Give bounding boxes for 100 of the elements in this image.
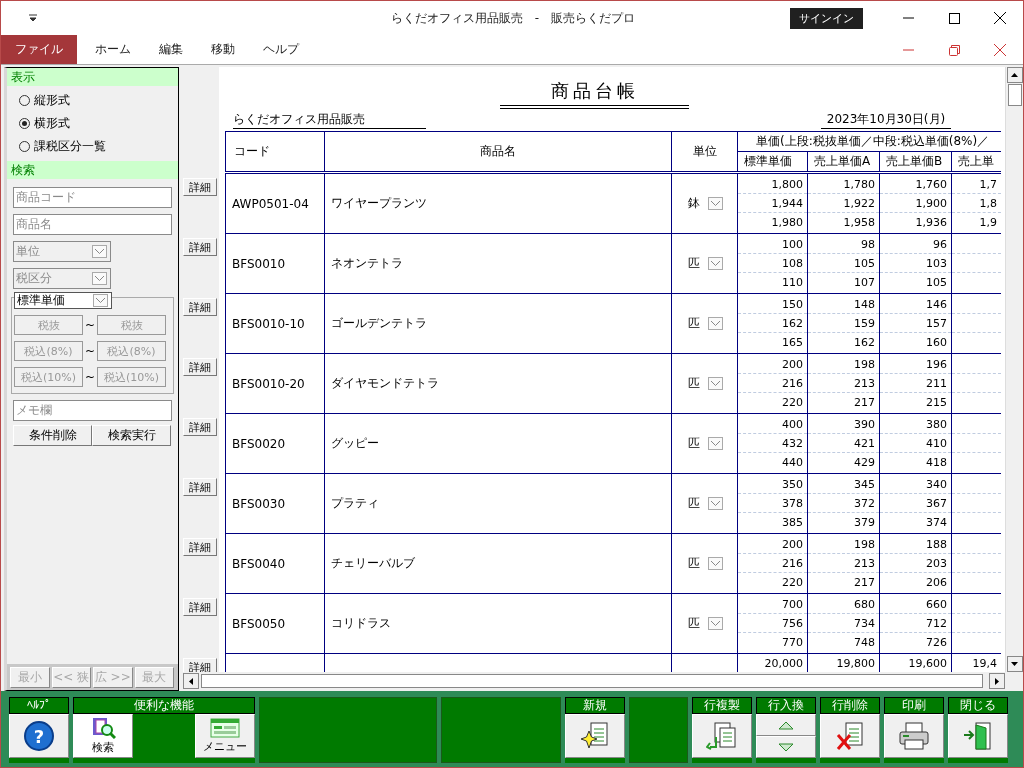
dropdown-icon[interactable] <box>708 257 723 270</box>
detail-button[interactable]: 詳細 <box>183 298 217 316</box>
scroll-thumb[interactable] <box>1007 84 1022 106</box>
window-title: らくだオフィス用品販売 - 販売らくだプロ <box>389 9 637 27</box>
price-cell: 96 <box>880 235 951 254</box>
menu-button[interactable]: メニュー <box>195 714 255 758</box>
price-cell: 660 <box>880 595 951 614</box>
table-cell: BFS0050 <box>225 594 324 653</box>
dropdown-icon[interactable] <box>92 245 107 258</box>
menu-item[interactable]: ヘルプ <box>249 35 313 64</box>
horizontal-scrollbar[interactable] <box>183 672 1005 690</box>
clear-button[interactable]: 条件削除 <box>13 425 92 446</box>
dropdown-icon[interactable] <box>708 557 723 570</box>
arrow-down-icon <box>778 742 794 752</box>
close-button[interactable] <box>948 714 1008 758</box>
price-cell: 390 <box>808 415 879 434</box>
price-cell-text: 217 <box>853 575 876 591</box>
copy-document-icon <box>706 721 738 751</box>
exit-door-icon <box>962 721 994 751</box>
help-icon: ? <box>24 721 54 751</box>
price-cell: 410 <box>880 434 951 453</box>
dropdown-icon[interactable] <box>93 294 108 307</box>
new-button[interactable] <box>565 714 625 758</box>
price-cell: 756 <box>738 614 807 633</box>
toolbar-label: 新規 <box>565 697 625 714</box>
radio-label: 縦形式 <box>34 92 70 109</box>
price-cell-text: 160 <box>925 335 948 351</box>
table-cell: プラティ <box>324 474 671 533</box>
arrow-up-icon <box>778 720 794 730</box>
price-cell: 216 <box>738 374 807 393</box>
sign-in-button[interactable]: サインイン <box>790 7 863 29</box>
dropdown-icon[interactable] <box>708 197 723 210</box>
detail-button[interactable]: 詳細 <box>183 358 217 376</box>
radio-option[interactable]: 課税区分一覧 <box>7 135 178 158</box>
scroll-right-icon[interactable] <box>989 673 1005 689</box>
price-cell-text: 1,958 <box>842 215 876 231</box>
scroll-left-icon[interactable] <box>183 673 199 689</box>
scroll-down-icon[interactable] <box>1006 656 1023 672</box>
table-cell: チェリーバルブ <box>324 534 671 593</box>
price-cell: 108 <box>738 254 807 273</box>
price-cell: 98 <box>808 235 879 254</box>
price-cell: 432 <box>738 434 807 453</box>
price-cell-text: 206 <box>925 575 948 591</box>
detail-button[interactable]: 詳細 <box>183 598 217 616</box>
table-cell: 匹 <box>688 255 700 272</box>
help-button[interactable]: ? <box>9 714 69 758</box>
copy-button[interactable] <box>692 714 752 758</box>
quick-access-icon[interactable] <box>29 14 37 22</box>
scroll-up-icon[interactable] <box>1006 67 1023 83</box>
table-cell: 匹 <box>688 495 700 512</box>
table-cell: ネオンテトラ <box>324 234 671 293</box>
menu-item[interactable]: ホーム <box>81 35 145 64</box>
dropdown-icon[interactable] <box>708 317 723 330</box>
menu-item[interactable]: 編集 <box>145 35 197 64</box>
price-cell: 421 <box>808 434 879 453</box>
detail-button[interactable]: 詳細 <box>183 658 217 672</box>
move-down-button[interactable] <box>756 736 816 758</box>
dropdown-icon[interactable] <box>708 437 723 450</box>
table-cell: コリドラス <box>324 594 671 653</box>
range-separator: ~ <box>83 344 97 358</box>
price-cell: 216 <box>738 554 807 573</box>
table-cell: BFS0020 <box>225 414 324 473</box>
scroll-thumb[interactable] <box>201 674 983 688</box>
detail-button[interactable]: 詳細 <box>183 238 217 256</box>
price-cell-text: 217 <box>853 395 876 411</box>
price-cell-text: 726 <box>925 635 948 651</box>
print-button[interactable] <box>884 714 944 758</box>
input-field[interactable]: 商品名 <box>13 214 172 235</box>
dropdown-icon[interactable] <box>708 617 723 630</box>
price-cell-text: 19,800 <box>835 656 876 672</box>
price-cell: 157 <box>880 314 951 333</box>
price-cell: 380 <box>880 415 951 434</box>
price-cell: 680 <box>808 595 879 614</box>
vertical-scrollbar[interactable] <box>1005 67 1023 672</box>
dropdown-icon[interactable] <box>92 272 107 285</box>
detail-button[interactable]: 詳細 <box>183 418 217 436</box>
input-field[interactable]: 商品コード <box>13 187 172 208</box>
search-button[interactable]: 検索 <box>73 714 133 758</box>
radio-option[interactable]: 横形式 <box>7 112 178 135</box>
range-separator: ~ <box>83 318 97 332</box>
price-type-select[interactable]: 標準単価 <box>14 292 112 309</box>
detail-button[interactable]: 詳細 <box>183 538 217 556</box>
menu-item[interactable]: ファイル <box>1 35 77 64</box>
menu-item[interactable]: 移動 <box>197 35 249 64</box>
delete-button[interactable] <box>820 714 880 758</box>
detail-button[interactable]: 詳細 <box>183 178 217 196</box>
section-heading: 表示 <box>7 68 178 86</box>
detail-button[interactable]: 詳細 <box>183 478 217 496</box>
search-button[interactable]: 検索実行 <box>92 425 171 446</box>
table-cell: ワイヤープランツ <box>324 174 671 233</box>
price-cell-text: 220 <box>781 395 804 411</box>
dropdown-icon[interactable] <box>708 497 723 510</box>
price-cell: 340 <box>880 475 951 494</box>
price-cell-text: 20,000 <box>763 656 804 672</box>
table-cell: グッピー <box>324 414 671 473</box>
move-up-button[interactable] <box>756 714 816 736</box>
radio-option[interactable]: 縦形式 <box>7 89 178 112</box>
table-cell: BFS0040 <box>225 534 324 593</box>
dropdown-icon[interactable] <box>708 377 723 390</box>
input-field[interactable]: メモ欄 <box>13 400 172 421</box>
